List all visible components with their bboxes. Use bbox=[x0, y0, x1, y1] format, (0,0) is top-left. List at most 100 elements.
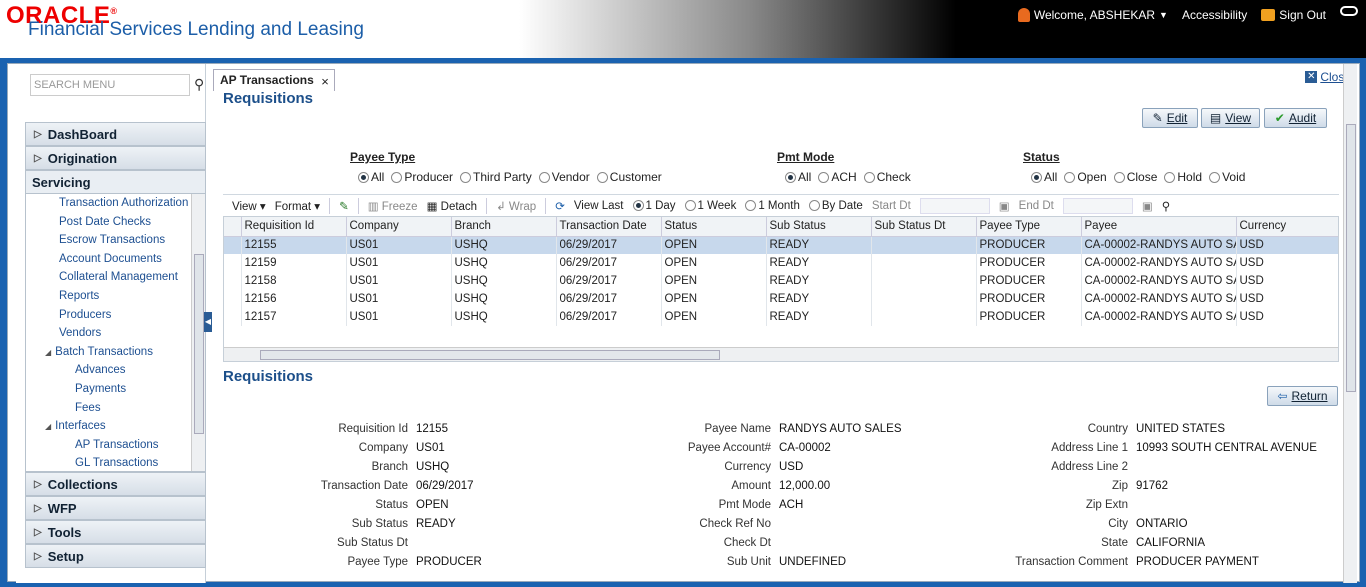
radio-check[interactable]: Check bbox=[863, 170, 911, 184]
menu-item[interactable]: GL Transactions bbox=[26, 454, 205, 471]
scroll-thumb[interactable] bbox=[1346, 124, 1356, 392]
nav-servicing[interactable]: Servicing bbox=[25, 170, 206, 194]
calendar-icon[interactable]: ▣ bbox=[999, 199, 1010, 213]
radio-by-date[interactable]: By Date bbox=[808, 200, 863, 212]
radio-producer[interactable]: Producer bbox=[391, 170, 453, 184]
audit-button[interactable]: ✔ Audit bbox=[1264, 108, 1327, 128]
help-icon[interactable] bbox=[1340, 6, 1358, 16]
pmt-mode-filter: Pmt Mode All ACH Check bbox=[777, 150, 911, 184]
radio-all[interactable]: All bbox=[785, 170, 811, 184]
binoculars-icon[interactable]: ⚲ bbox=[194, 76, 204, 93]
table-cell: USD bbox=[1236, 236, 1338, 254]
view-menu[interactable]: View ▾ bbox=[232, 199, 266, 213]
detail-row: Transaction Date 06/29/2017 bbox=[223, 480, 482, 499]
radio-1-week[interactable]: 1 Week bbox=[684, 200, 736, 212]
column-header[interactable]: Sub Status Dt bbox=[871, 217, 977, 237]
menu-item[interactable]: Advances bbox=[26, 361, 205, 380]
menu-item[interactable]: Payments bbox=[26, 380, 205, 399]
radio-customer[interactable]: Customer bbox=[596, 170, 662, 184]
collapse-sidebar-icon[interactable]: ◀ bbox=[204, 312, 212, 332]
radio-void[interactable]: Void bbox=[1209, 170, 1245, 184]
radio-open[interactable]: Open bbox=[1064, 170, 1107, 184]
tab-ap-transactions[interactable]: AP Transactions × bbox=[213, 69, 335, 91]
menu-item[interactable]: Vendors bbox=[26, 324, 205, 343]
content-scrollbar[interactable] bbox=[1343, 64, 1357, 583]
nav-setup[interactable]: ▷ Setup bbox=[25, 544, 206, 568]
detach-button[interactable]: ▦ Detach bbox=[427, 199, 478, 213]
column-header[interactable]: Branch bbox=[451, 217, 557, 237]
user-menu[interactable]: Welcome, ABSHEKAR ▼ bbox=[1017, 8, 1168, 22]
row-selector[interactable] bbox=[224, 290, 242, 308]
row-selector[interactable] bbox=[224, 272, 242, 290]
menu-group-interfaces[interactable]: ◢ Interfaces bbox=[26, 417, 205, 436]
menu-item[interactable]: Escrow Transactions bbox=[26, 231, 205, 250]
end-date-input[interactable] bbox=[1062, 197, 1133, 214]
menu-group-batch[interactable]: ◢ Batch Transactions bbox=[26, 343, 205, 362]
refresh-icon[interactable]: ⟳ bbox=[555, 199, 565, 213]
menu-item[interactable]: Producers bbox=[26, 306, 205, 325]
detail-value: US01 bbox=[416, 442, 445, 454]
nav-dashboard[interactable]: ▷ DashBoard bbox=[25, 122, 206, 146]
row-selector[interactable] bbox=[224, 236, 242, 254]
detail-row: Pmt Mode ACH bbox=[613, 499, 902, 518]
menu-item[interactable]: Post Date Checks bbox=[26, 213, 205, 232]
radio-1-day[interactable]: 1 Day bbox=[632, 200, 676, 212]
column-header[interactable]: Company bbox=[346, 217, 452, 237]
radio-all[interactable]: All bbox=[358, 170, 384, 184]
nav-origination[interactable]: ▷ Origination bbox=[25, 146, 206, 170]
calendar-icon[interactable]: ▣ bbox=[1142, 199, 1153, 213]
radio-third-party[interactable]: Third Party bbox=[460, 170, 532, 184]
row-selector[interactable] bbox=[224, 308, 242, 326]
close-tab-icon[interactable]: × bbox=[321, 74, 329, 89]
nav-collections[interactable]: ▷ Collections bbox=[25, 472, 206, 496]
table-row[interactable]: 12156 US01 USHQ 06/29/2017 OPEN READY PRODUCER… bbox=[224, 290, 1338, 308]
column-header[interactable]: Sub Status bbox=[766, 217, 872, 237]
radio-ach[interactable]: ACH bbox=[818, 170, 857, 184]
menu-item[interactable]: Collateral Management bbox=[26, 268, 205, 287]
menu-item[interactable]: Reports bbox=[26, 287, 205, 306]
radio-all[interactable]: All bbox=[1031, 170, 1057, 184]
scroll-thumb[interactable] bbox=[260, 350, 720, 360]
start-date-input[interactable] bbox=[919, 197, 990, 214]
radio-vendor[interactable]: Vendor bbox=[538, 170, 590, 184]
edit-button[interactable]: ✎ Edit bbox=[1142, 108, 1198, 128]
signout-link[interactable]: Sign Out bbox=[1261, 8, 1326, 22]
column-header[interactable]: Requisition Id bbox=[241, 217, 347, 237]
query-icon[interactable]: ✎ bbox=[339, 199, 349, 213]
column-header[interactable]: Currency bbox=[1236, 217, 1338, 237]
radio-close[interactable]: Close bbox=[1113, 170, 1157, 184]
radio-hold[interactable]: Hold bbox=[1164, 170, 1202, 184]
wrap-button[interactable]: ↲ Wrap bbox=[496, 199, 536, 213]
column-header[interactable]: Status bbox=[661, 217, 767, 237]
column-header[interactable]: Payee bbox=[1081, 217, 1237, 237]
menu-item[interactable]: Transaction Authorization bbox=[26, 194, 205, 213]
view-button[interactable]: ▤ View bbox=[1201, 108, 1260, 128]
freeze-button[interactable]: ▥ Freeze bbox=[368, 199, 418, 213]
search-menu-input[interactable]: SEARCH MENU bbox=[30, 74, 190, 96]
return-button[interactable]: ⇦ Return bbox=[1267, 386, 1338, 406]
radio-1-month[interactable]: 1 Month bbox=[745, 200, 800, 212]
menu-item[interactable]: Fees bbox=[26, 399, 205, 418]
accessibility-link[interactable]: Accessibility bbox=[1182, 8, 1247, 22]
column-header[interactable]: Transaction Date bbox=[556, 217, 662, 237]
binoculars-icon[interactable]: ⚲ bbox=[1162, 199, 1170, 213]
format-menu[interactable]: Format ▾ bbox=[275, 199, 320, 213]
menu-item-ap-transactions[interactable]: AP Transactions bbox=[26, 436, 205, 455]
table-cell bbox=[871, 308, 977, 326]
table-row[interactable]: 12158 US01 USHQ 06/29/2017 OPEN READY PRODUCER… bbox=[224, 272, 1338, 290]
nav-wfp[interactable]: ▷ WFP bbox=[25, 496, 206, 520]
table-row[interactable]: 12155 US01 USHQ 06/29/2017 OPEN READY PRODUCER… bbox=[224, 236, 1338, 254]
scroll-thumb[interactable] bbox=[194, 254, 204, 434]
nav-tools[interactable]: ▷ Tools bbox=[25, 520, 206, 544]
grid-hscrollbar[interactable] bbox=[224, 347, 1338, 361]
sidebar-scrollbar[interactable] bbox=[191, 194, 205, 471]
column-header[interactable]: Payee Type bbox=[976, 217, 1082, 237]
table-row[interactable]: 12159 US01 USHQ 06/29/2017 OPEN READY PRODUCER… bbox=[224, 254, 1338, 272]
row-selector[interactable] bbox=[224, 254, 242, 272]
detail-value: ONTARIO bbox=[1136, 518, 1188, 530]
table-row[interactable]: 12157 US01 USHQ 06/29/2017 OPEN READY PRODUCER… bbox=[224, 308, 1338, 326]
detail-value bbox=[1128, 499, 1136, 518]
menu-item[interactable]: Account Documents bbox=[26, 250, 205, 269]
detail-label: Transaction Comment bbox=[1015, 556, 1128, 568]
detail-row: Check Dt bbox=[613, 537, 902, 556]
